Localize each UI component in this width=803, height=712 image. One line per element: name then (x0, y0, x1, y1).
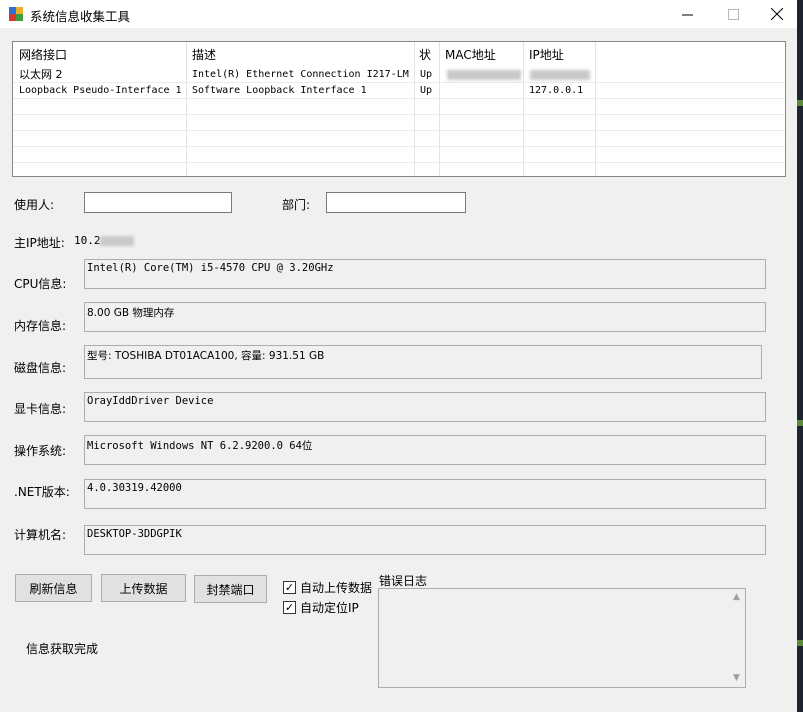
dotnet-label: .NET版本: (14, 485, 70, 499)
gpu-label: 显卡信息: (14, 402, 67, 416)
cpu-field[interactable]: Intel(R) Core(TM) i5-4570 CPU @ 3.20GHz (84, 259, 766, 289)
main-ip-label: 主IP地址: (14, 236, 65, 250)
computer-name-label: 计算机名: (14, 528, 67, 542)
maximize-icon (727, 8, 739, 20)
window-title: 系统信息收集工具 (30, 9, 131, 24)
cell-status: Up (420, 69, 433, 80)
column-header-status[interactable]: 状 (414, 42, 440, 64)
main-ip-value: 10.2 (74, 234, 101, 247)
ip-redacted (100, 236, 134, 246)
gpu-field[interactable]: OrayIddDriver Device (84, 392, 766, 422)
os-label: 操作系统: (14, 444, 67, 458)
minimize-icon (681, 14, 693, 15)
error-log-label: 错误日志 (379, 574, 428, 588)
user-label: 使用人: (14, 198, 55, 212)
scroll-up-icon[interactable]: ▲ (728, 589, 745, 606)
cell-description: Intel(R) Ethernet Connection I217-LM (192, 69, 409, 80)
auto-upload-checkbox[interactable]: ✓ 自动上传数据 (283, 579, 372, 596)
network-interface-list[interactable]: 网络接口 描述 状 MAC地址 IP地址 以太网 2 Intel(R) Ethe… (12, 41, 786, 177)
status-text: 信息获取完成 (26, 642, 99, 656)
cell-interface: Loopback Pseudo-Interface 1 (19, 85, 182, 96)
dept-label: 部门: (282, 198, 311, 212)
desktop-edge (797, 0, 803, 712)
cell-interface: 以太网 2 (19, 68, 63, 81)
memory-label: 内存信息: (14, 319, 67, 333)
computer-name-field[interactable]: DESKTOP-3DDGPIK (84, 525, 766, 555)
log-scrollbar[interactable]: ▲ ▼ (728, 589, 745, 687)
disk-label: 磁盘信息: (14, 361, 67, 375)
error-log-textarea[interactable]: ▲ ▼ (378, 588, 746, 688)
column-header-mac[interactable]: MAC地址 (439, 42, 523, 64)
mac-redacted (447, 70, 521, 80)
column-header-ip[interactable]: IP地址 (523, 42, 595, 64)
checkbox-checked-icon[interactable]: ✓ (283, 581, 296, 594)
auto-locate-checkbox[interactable]: ✓ 自动定位IP (283, 599, 359, 616)
auto-upload-label: 自动上传数据 (300, 581, 373, 595)
dept-input[interactable] (326, 192, 466, 213)
app-icon (9, 7, 23, 21)
memory-field[interactable]: 8.00 GB 物理内存 (84, 302, 766, 332)
refresh-button[interactable]: 刷新信息 (15, 574, 92, 602)
cell-description: Software Loopback Interface 1 (192, 85, 367, 96)
scroll-down-icon[interactable]: ▼ (728, 670, 745, 687)
close-button[interactable] (754, 0, 800, 28)
checkbox-checked-icon[interactable]: ✓ (283, 601, 296, 614)
dotnet-field[interactable]: 4.0.30319.42000 (84, 479, 766, 509)
user-input[interactable] (84, 192, 232, 213)
ip-redacted (530, 70, 590, 80)
minimize-button[interactable] (664, 0, 710, 28)
disk-field[interactable]: 型号: TOSHIBA DT01ACA100, 容量: 931.51 GB (84, 345, 762, 379)
cpu-label: CPU信息: (14, 277, 67, 291)
auto-locate-label: 自动定位IP (300, 601, 359, 615)
column-header-interface[interactable]: 网络接口 (13, 42, 187, 64)
cell-status: Up (420, 85, 433, 96)
column-header-description[interactable]: 描述 (186, 42, 414, 64)
close-icon (771, 8, 783, 20)
cell-ip: 127.0.0.1 (529, 85, 584, 96)
os-field[interactable]: Microsoft Windows NT 6.2.9200.0 64位 (84, 435, 766, 465)
block-port-button[interactable]: 封禁端口 (194, 575, 267, 603)
maximize-button[interactable] (710, 0, 756, 28)
upload-button[interactable]: 上传数据 (101, 574, 186, 602)
title-bar[interactable]: 系统信息收集工具 (0, 0, 797, 28)
